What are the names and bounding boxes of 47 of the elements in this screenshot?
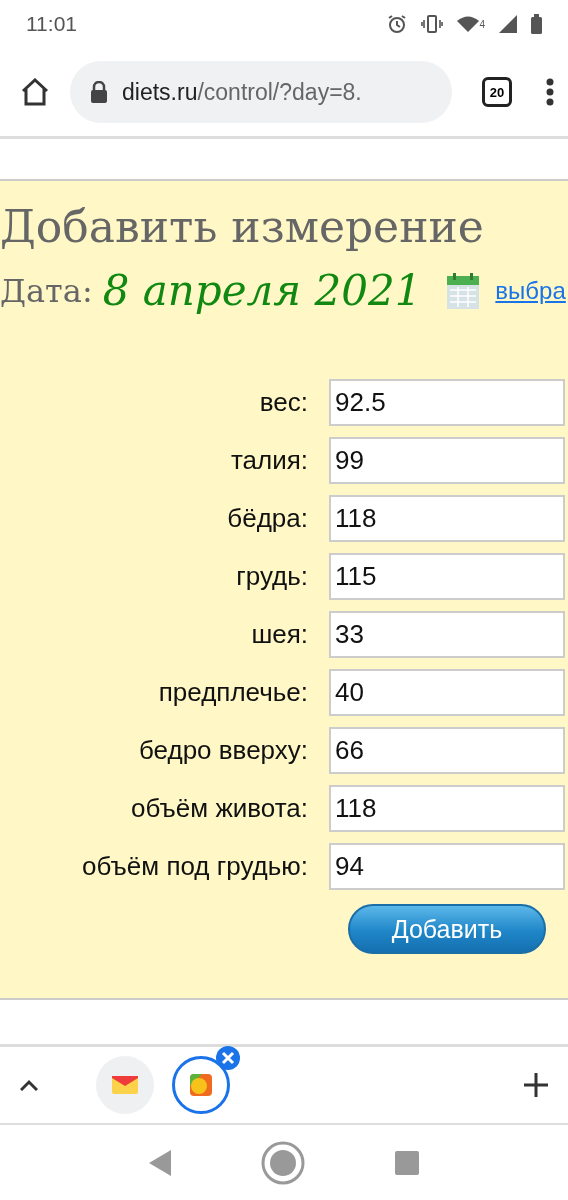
- wifi-label: 4: [479, 18, 485, 30]
- vibrate-icon: [421, 15, 444, 33]
- field-label: бёдра:: [226, 503, 308, 534]
- back-icon[interactable]: [149, 1149, 171, 1176]
- measurement-input[interactable]: 92.5: [329, 379, 565, 426]
- measurement-input[interactable]: 40: [329, 669, 565, 716]
- envelope-icon: [112, 1076, 138, 1094]
- measurement-input[interactable]: 118: [329, 495, 565, 542]
- measurement-input[interactable]: 118: [329, 785, 565, 832]
- chevron-up-icon[interactable]: [20, 1079, 38, 1091]
- tab-thumbnail[interactable]: [172, 1056, 230, 1114]
- field-label: объём под грудью:: [81, 851, 308, 882]
- choose-date-link[interactable]: выбра: [495, 276, 566, 305]
- measurement-input[interactable]: 94: [329, 843, 565, 890]
- url-path: /control/?day=8.: [197, 78, 362, 105]
- measurement-input[interactable]: 99: [329, 437, 565, 484]
- measurement-input[interactable]: 33: [329, 611, 565, 658]
- wifi-icon: [457, 16, 480, 32]
- field-label: бедро вверху:: [138, 735, 308, 766]
- home-icon[interactable]: [20, 78, 50, 106]
- fruit-icon: [190, 1074, 212, 1096]
- alarm-icon: [387, 14, 408, 34]
- battery-icon: [531, 14, 542, 34]
- date-value: 8 апреля 2021: [102, 266, 422, 315]
- status-time: 11:01: [26, 12, 77, 36]
- recents-icon[interactable]: [395, 1150, 419, 1175]
- add-button[interactable]: Добавить: [348, 904, 546, 954]
- url-host: diets.ru: [122, 78, 198, 105]
- address-bar[interactable]: diets.ru/control/?day=8.: [70, 61, 452, 123]
- field-label: вес:: [258, 387, 308, 418]
- field-label: объём живота:: [130, 793, 308, 824]
- date-label: Дата:: [0, 271, 93, 310]
- field-label: грудь:: [235, 561, 308, 592]
- signal-icon: [499, 15, 517, 33]
- measurement-input[interactable]: 66: [329, 727, 565, 774]
- form-title: Добавить измерение: [0, 201, 485, 252]
- calendar-icon[interactable]: [447, 272, 480, 309]
- close-icon[interactable]: [216, 1046, 240, 1070]
- field-label: шея:: [250, 619, 308, 650]
- plus-icon[interactable]: [524, 1073, 548, 1097]
- field-label: предплечье:: [157, 677, 308, 708]
- lock-icon: [90, 81, 108, 103]
- field-label: талия:: [229, 445, 308, 476]
- home-button-icon[interactable]: [261, 1140, 305, 1185]
- tab-count-button[interactable]: 20: [482, 77, 512, 107]
- menu-icon[interactable]: [546, 78, 554, 106]
- measurement-input[interactable]: 115: [329, 553, 565, 600]
